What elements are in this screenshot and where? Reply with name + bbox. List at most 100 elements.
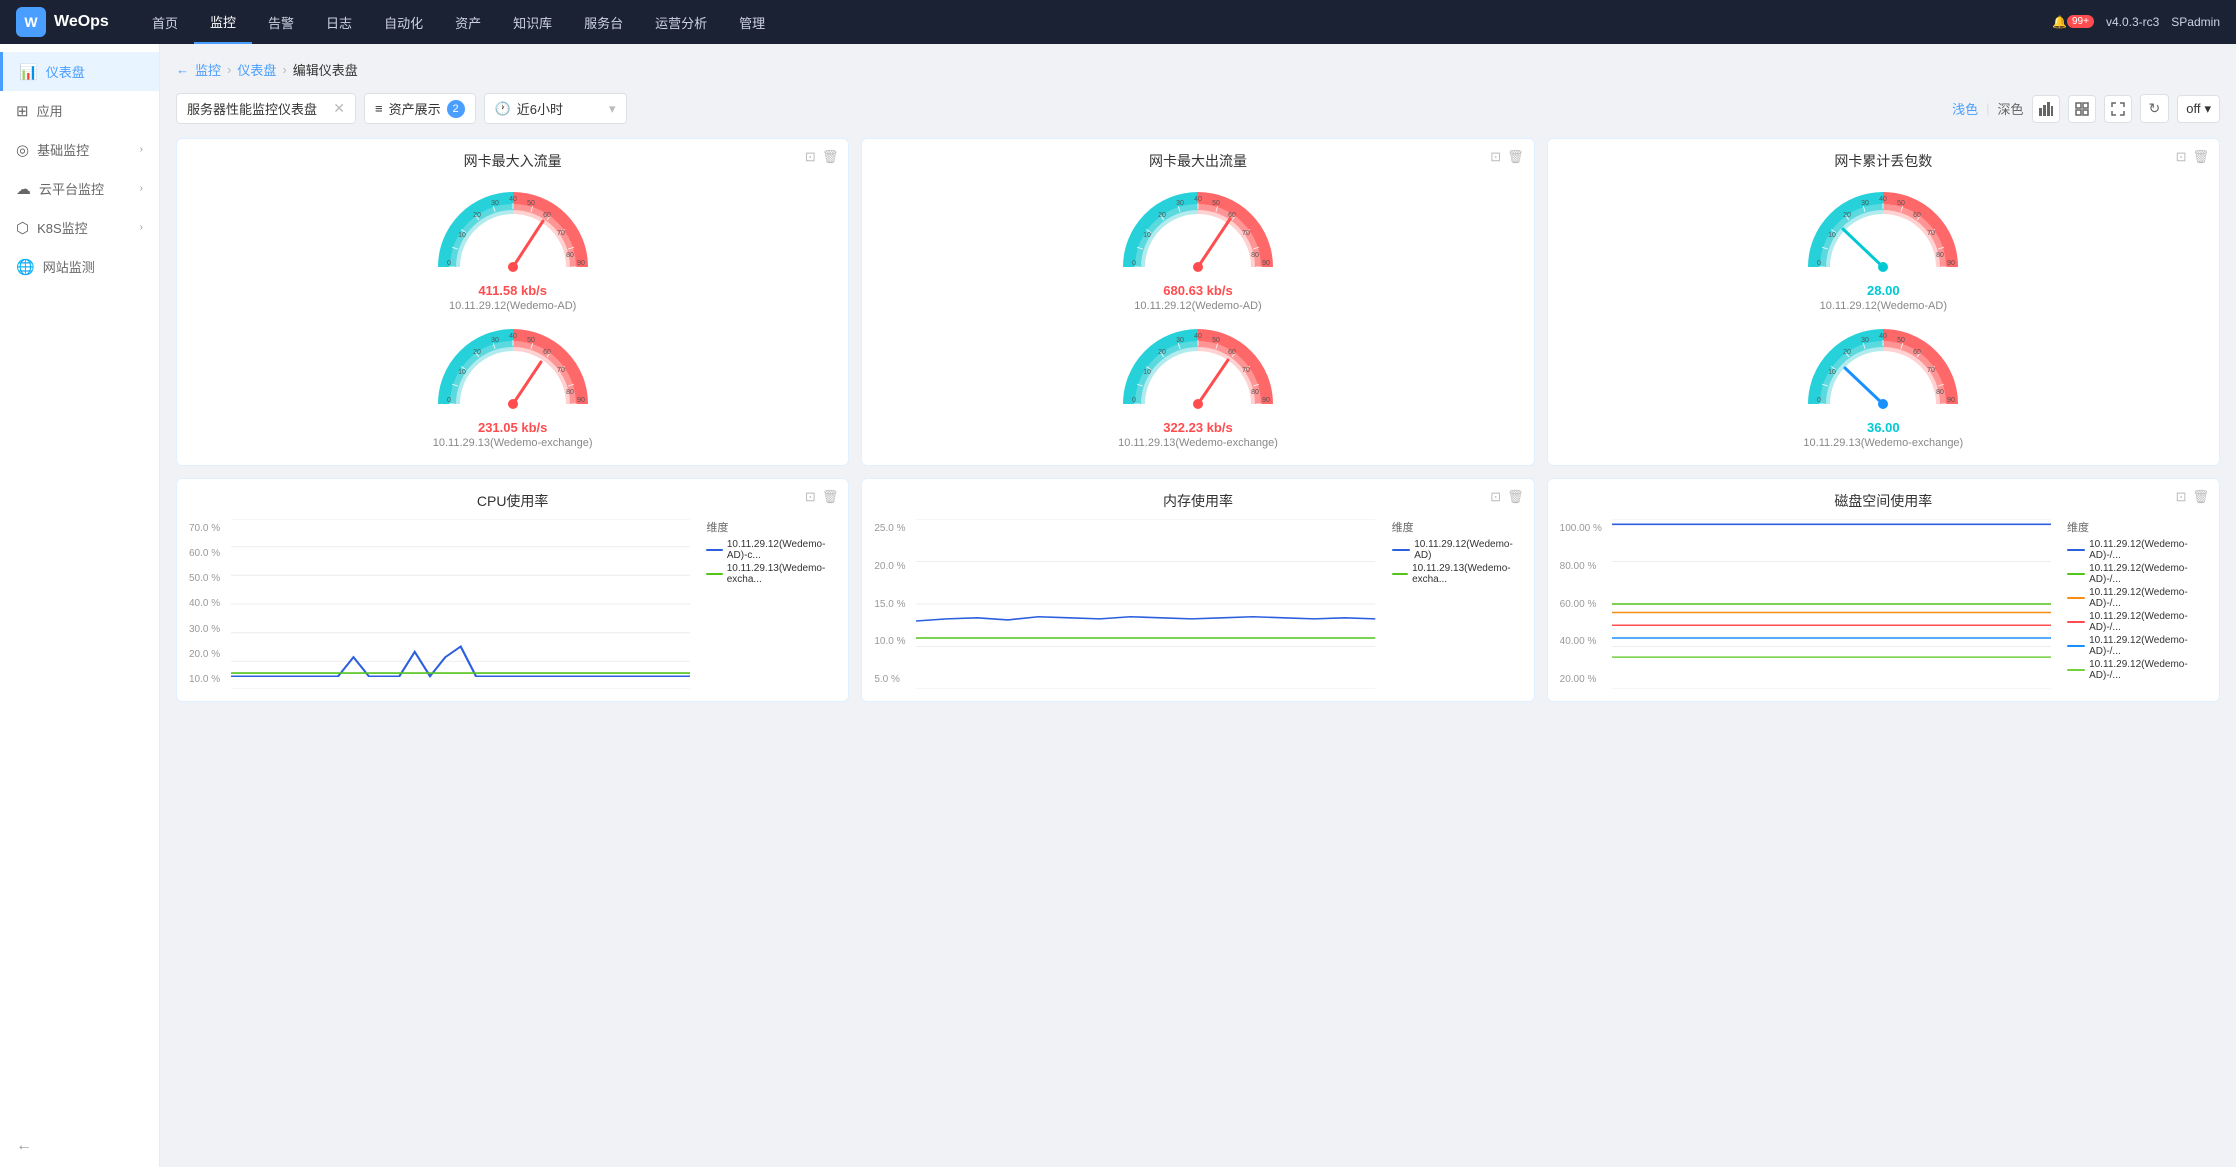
widget-memory-delete[interactable]: 🗑: [1507, 489, 1524, 505]
sidebar-item-cloud-monitor[interactable]: ☁ 云平台监控 ›: [0, 169, 159, 208]
svg-text:0: 0: [447, 260, 451, 267]
svg-text:90: 90: [1947, 397, 1955, 404]
gauge-svg-1-1: 0 10 20 30 40 50 60 70 80 90: [433, 179, 593, 279]
widget-network-out-actions: ⊡ 🗑: [1490, 149, 1523, 165]
disk-yaxis-3: 60.00 %: [1560, 599, 1612, 610]
disk-legend-label-6: 10.11.29.12(Wedemo-AD)-/...: [2089, 659, 2207, 681]
breadcrumb-monitor[interactable]: 监控: [195, 60, 221, 79]
widget-disk-edit[interactable]: ⊡: [2176, 489, 2187, 505]
cpu-yaxis-3: 30.0 %: [189, 624, 231, 635]
widget-cpu-edit[interactable]: ⊡: [805, 489, 816, 505]
widget-network-in-edit[interactable]: ⊡: [805, 149, 816, 165]
nav-automation[interactable]: 自动化: [368, 0, 439, 44]
widget-memory-edit[interactable]: ⊡: [1490, 489, 1501, 505]
widget-cpu-delete[interactable]: 🗑: [822, 489, 839, 505]
nav-assets[interactable]: 资产: [439, 0, 497, 44]
chevron-right-icon-3: ›: [140, 222, 143, 233]
widget-network-in-delete[interactable]: 🗑: [822, 149, 839, 165]
sidebar-item-k8s[interactable]: ⬡ K8S监控 ›: [0, 208, 159, 247]
main-layout: 📊 仪表盘 ⊞ 应用 ◎ 基础监控 › ☁ 云平台监控 › ⬡ K8S监控 › …: [0, 44, 2236, 1167]
nav-manage[interactable]: 管理: [723, 0, 781, 44]
cpu-yaxis-6: 60.0 %: [189, 548, 231, 559]
widget-memory-actions: ⊡ 🗑: [1490, 489, 1523, 505]
gauge-value-3-2: 36.00: [1867, 420, 1900, 435]
sidebar-item-dashboard[interactable]: 📊 仪表盘: [0, 52, 159, 91]
chart-view-btn[interactable]: [2032, 95, 2060, 123]
layout-btn[interactable]: [2068, 95, 2096, 123]
sidebar-item-basic-monitor-label: 基础监控: [37, 140, 89, 159]
nav-log[interactable]: 日志: [310, 0, 368, 44]
widget-disk-actions: ⊡ 🗑: [2176, 489, 2209, 505]
user-name[interactable]: SPadmin: [2171, 15, 2220, 29]
sidebar-item-dashboard-label: 仪表盘: [46, 62, 85, 81]
sidebar-collapse-btn[interactable]: ←: [0, 1125, 159, 1167]
disk-legend-item-1: 10.11.29.12(Wedemo-AD)-/...: [2067, 539, 2207, 561]
gauge-label-2-2: 10.11.29.13(Wedemo-exchange): [1118, 437, 1278, 449]
toolbar-right: 浅色 | 深色 ↻ off ▾: [1952, 94, 2220, 123]
gauge-value-1-1: 411.58 kb/s: [478, 283, 547, 298]
notification-icon[interactable]: 🔔99+: [2052, 15, 2094, 29]
widget-network-out-delete[interactable]: 🗑: [1507, 149, 1524, 165]
nav-service[interactable]: 服务台: [568, 0, 639, 44]
disk-yaxis-1: 20.00 %: [1560, 674, 1612, 685]
nav-monitor[interactable]: 监控: [194, 0, 252, 44]
breadcrumb-dashboard[interactable]: 仪表盘: [237, 60, 276, 79]
theme-dark-btn[interactable]: 深色: [1998, 99, 2024, 118]
notification-badge: 99+: [2067, 15, 2094, 28]
svg-text:40: 40: [509, 333, 517, 340]
widget-packet-loss-delete[interactable]: 🗑: [2192, 149, 2209, 165]
sidebar-item-app[interactable]: ⊞ 应用: [0, 91, 159, 130]
asset-display-btn[interactable]: ≡ 资产展示 2: [364, 93, 476, 124]
disk-legend-dot-1: [2067, 549, 2085, 551]
svg-text:30: 30: [1861, 200, 1869, 207]
nav-alert[interactable]: 告警: [252, 0, 310, 44]
time-range-select[interactable]: 🕐 近6小时 ▾: [484, 93, 627, 124]
sidebar-item-basic-monitor[interactable]: ◎ 基础监控 ›: [0, 130, 159, 169]
svg-text:20: 20: [1158, 349, 1166, 356]
nav-home[interactable]: 首页: [136, 0, 194, 44]
widget-network-out-edit[interactable]: ⊡: [1490, 149, 1501, 165]
widget-packet-loss: 网卡累计丢包数 ⊡ 🗑: [1547, 138, 2220, 466]
sidebar: 📊 仪表盘 ⊞ 应用 ◎ 基础监控 › ☁ 云平台监控 › ⬡ K8S监控 › …: [0, 44, 160, 1167]
nav-knowledge[interactable]: 知识库: [497, 0, 568, 44]
mem-legend-label-2: 10.11.29.13(Wedemo-excha...: [1412, 563, 1522, 585]
gauge-svg-2-2: 0 10 20 30 40 50 60 70 80 90: [1118, 316, 1278, 416]
gauge-label-1-2: 10.11.29.13(Wedemo-exchange): [433, 437, 593, 449]
refresh-btn[interactable]: ↻: [2140, 94, 2170, 123]
svg-text:20: 20: [1158, 212, 1166, 219]
nav-right: 🔔99+ v4.0.3-rc3 SPadmin: [2052, 15, 2220, 29]
sidebar-item-k8s-label: K8S监控: [37, 218, 88, 237]
fullscreen-btn[interactable]: [2104, 95, 2132, 123]
svg-text:0: 0: [1817, 397, 1821, 404]
app-logo[interactable]: W WeOps: [16, 7, 116, 37]
svg-text:20: 20: [1843, 349, 1851, 356]
disk-legend-item-4: 10.11.29.12(Wedemo-AD)-/...: [2067, 611, 2207, 633]
dashboard-select[interactable]: 服务器性能监控仪表盘 ✕: [176, 93, 356, 124]
disk-legend-label-5: 10.11.29.12(Wedemo-AD)-/...: [2089, 635, 2207, 657]
clear-dashboard-btn[interactable]: ✕: [333, 100, 345, 117]
cpu-yaxis-2: 20.0 %: [189, 649, 231, 660]
widget-disk-delete[interactable]: 🗑: [2192, 489, 2209, 505]
back-button[interactable]: ←: [176, 62, 189, 77]
disk-yaxis-2: 40.00 %: [1560, 636, 1612, 647]
theme-light-btn[interactable]: 浅色: [1952, 99, 1978, 118]
chevron-right-icon-2: ›: [140, 183, 143, 194]
svg-text:90: 90: [577, 397, 585, 404]
off-select[interactable]: off ▾: [2177, 95, 2220, 123]
disk-legend-item-6: 10.11.29.12(Wedemo-AD)-/...: [2067, 659, 2207, 681]
widget-cpu-actions: ⊡ 🗑: [805, 489, 838, 505]
nav-ops[interactable]: 运营分析: [639, 0, 723, 44]
sidebar-item-website[interactable]: 🌐 网站监测: [0, 247, 159, 286]
disk-yaxis-5: 100.00 %: [1560, 523, 1612, 534]
disk-legend-item-3: 10.11.29.12(Wedemo-AD)-/...: [2067, 587, 2207, 609]
svg-text:30: 30: [1861, 337, 1869, 344]
widget-packet-loss-title: 网卡累计丢包数: [1560, 151, 2207, 171]
asset-count-badge: 2: [447, 100, 465, 118]
gauge-svg-2-1: 0 10 20 30 40 50 60 70 80 90: [1118, 179, 1278, 279]
chevron-right-icon: ›: [140, 144, 143, 155]
disk-legend-dot-2: [2067, 573, 2085, 575]
gauge-3-1: 0 10 20 30 40 50 60 70 80 90 28.: [1560, 179, 2207, 312]
chevron-down-icon: ▾: [609, 101, 616, 117]
widget-packet-loss-edit[interactable]: ⊡: [2176, 149, 2187, 165]
disk-legend-dot-5: [2067, 645, 2085, 647]
